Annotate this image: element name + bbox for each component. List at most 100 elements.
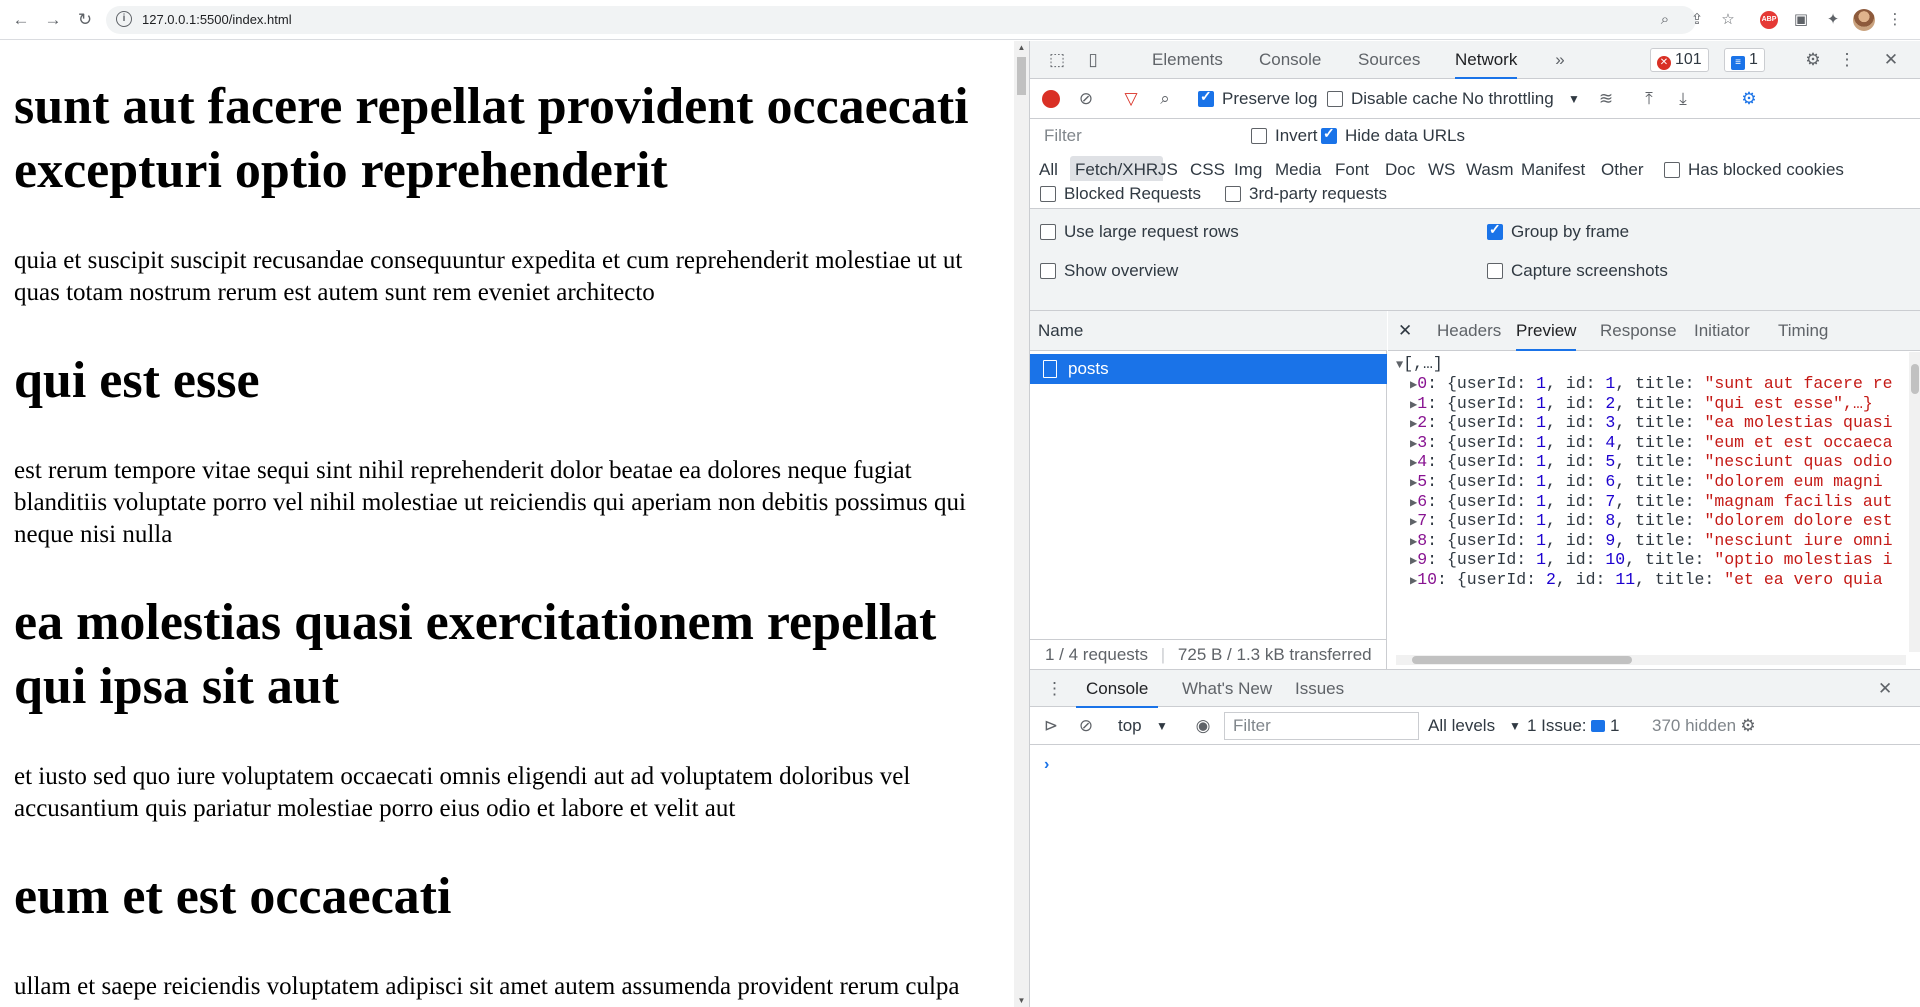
- preview-hscrollbar[interactable]: [1396, 655, 1906, 665]
- type-filter-css[interactable]: CSS: [1185, 156, 1230, 184]
- drawer-tab-console[interactable]: Console: [1076, 670, 1159, 708]
- group-by-frame-checkbox[interactable]: [1487, 221, 1503, 240]
- settings-gear-icon[interactable]: ⚙: [1802, 49, 1824, 71]
- extension-icon[interactable]: ▣: [1790, 9, 1812, 31]
- type-filter-manifest[interactable]: Manifest: [1516, 156, 1590, 184]
- zoom-icon[interactable]: ⌕: [1654, 9, 1676, 31]
- page-scroll-thumb[interactable]: [1017, 57, 1026, 95]
- site-info-icon[interactable]: i: [116, 11, 132, 27]
- type-filter-media[interactable]: Media: [1270, 156, 1326, 184]
- share-icon[interactable]: ⇪: [1686, 9, 1708, 31]
- close-detail-icon[interactable]: ✕: [1398, 311, 1412, 351]
- address-bar[interactable]: i 127.0.0.1:5500/index.html: [106, 6, 1696, 34]
- close-devtools-icon[interactable]: ✕: [1880, 49, 1902, 71]
- browser-menu-icon[interactable]: ⋮: [1884, 9, 1906, 31]
- context-select[interactable]: top: [1118, 715, 1142, 737]
- invert-checkbox[interactable]: [1251, 128, 1267, 144]
- devtools-menu-icon[interactable]: ⋮: [1836, 49, 1858, 71]
- blocked-requests-checkbox[interactable]: [1040, 186, 1056, 202]
- tab-headers[interactable]: Headers: [1437, 311, 1501, 351]
- throttling-select[interactable]: No throttling: [1462, 88, 1554, 110]
- type-filter-wasm[interactable]: Wasm: [1461, 156, 1519, 184]
- type-filter-other[interactable]: Other: [1596, 156, 1649, 184]
- error-badge[interactable]: ✕ 101: [1650, 48, 1709, 72]
- back-icon[interactable]: ←: [10, 9, 32, 31]
- preview-array-item[interactable]: ▶8: {userId: 1, id: 9, title: "nesciunt …: [1410, 531, 1893, 551]
- forward-icon[interactable]: →: [42, 9, 64, 31]
- scroll-up-arrow-icon[interactable]: ▲: [1017, 43, 1026, 52]
- preview-vscrollbar[interactable]: [1909, 352, 1920, 652]
- request-row-posts[interactable]: posts: [1030, 354, 1387, 384]
- type-filter-js[interactable]: JS: [1153, 156, 1183, 184]
- clear-console-icon[interactable]: ⊘: [1075, 715, 1097, 737]
- preview-root[interactable]: ▼[,…]: [1396, 354, 1443, 374]
- live-expression-eye-icon[interactable]: ◉: [1192, 715, 1214, 737]
- message-badge[interactable]: ≡ 1: [1724, 48, 1765, 72]
- export-har-icon[interactable]: ⤓: [1672, 88, 1694, 110]
- tab-elements[interactable]: Elements: [1152, 41, 1223, 79]
- tab-response[interactable]: Response: [1600, 311, 1677, 351]
- clear-icon[interactable]: ⊘: [1075, 88, 1097, 110]
- tab-console[interactable]: Console: [1259, 41, 1321, 79]
- preview-array-item[interactable]: ▶4: {userId: 1, id: 5, title: "nesciunt …: [1410, 452, 1893, 472]
- preview-array-item[interactable]: ▶5: {userId: 1, id: 6, title: "dolorem e…: [1410, 472, 1883, 492]
- reload-icon[interactable]: ↻: [74, 9, 96, 31]
- preview-array-item[interactable]: ▶6: {userId: 1, id: 7, title: "magnam fa…: [1410, 492, 1893, 512]
- preview-array-item[interactable]: ▶3: {userId: 1, id: 4, title: "eum et es…: [1410, 433, 1893, 453]
- import-har-icon[interactable]: ⤒: [1638, 88, 1660, 110]
- page-scrollbar[interactable]: ▲ ▼: [1014, 41, 1029, 1007]
- preview-array-item[interactable]: ▶10: {userId: 2, id: 11, title: "et ea v…: [1410, 570, 1883, 590]
- network-conditions-icon[interactable]: ≋: [1595, 88, 1617, 110]
- bookmark-star-icon[interactable]: ☆: [1717, 9, 1739, 31]
- type-filter-all[interactable]: All: [1034, 156, 1063, 184]
- preview-array-item[interactable]: ▶9: {userId: 1, id: 10, title: "optio mo…: [1410, 550, 1893, 570]
- preview-array-item[interactable]: ▶2: {userId: 1, id: 3, title: "ea molest…: [1410, 413, 1893, 433]
- scroll-down-arrow-icon[interactable]: ▼: [1017, 996, 1026, 1005]
- levels-chevron-icon[interactable]: ▼: [1509, 715, 1521, 737]
- record-button[interactable]: [1042, 90, 1060, 108]
- tab-network[interactable]: Network: [1455, 41, 1518, 79]
- preview-vscroll-thumb[interactable]: [1911, 364, 1919, 394]
- sidebar-toggle-icon[interactable]: ⊳: [1040, 715, 1062, 737]
- context-chevron-icon[interactable]: ▼: [1156, 715, 1168, 737]
- hide-data-urls-checkbox[interactable]: [1321, 125, 1337, 144]
- preview-hscroll-thumb[interactable]: [1412, 656, 1632, 664]
- show-overview-checkbox[interactable]: [1040, 263, 1056, 279]
- url-text[interactable]: 127.0.0.1:5500/index.html: [142, 12, 292, 27]
- log-levels-select[interactable]: All levels: [1428, 715, 1495, 737]
- type-filter-ws[interactable]: WS: [1423, 156, 1460, 184]
- filter-funnel-icon[interactable]: ▽: [1120, 88, 1142, 110]
- console-settings-icon[interactable]: ⚙: [1737, 715, 1759, 737]
- type-filter-doc[interactable]: Doc: [1380, 156, 1420, 184]
- chevron-down-icon[interactable]: ▼: [1568, 88, 1580, 110]
- puzzle-extensions-icon[interactable]: ✦: [1822, 9, 1844, 31]
- console-filter-input[interactable]: Filter: [1224, 712, 1419, 740]
- more-tabs-icon[interactable]: »: [1549, 49, 1571, 71]
- large-rows-checkbox[interactable]: [1040, 224, 1056, 240]
- type-filter-fetch-xhr[interactable]: Fetch/XHR: [1070, 156, 1164, 184]
- search-icon[interactable]: ⌕: [1154, 88, 1176, 110]
- issues-counter[interactable]: 1 Issue: 1: [1527, 715, 1619, 737]
- preserve-log-checkbox[interactable]: [1198, 88, 1214, 107]
- type-filter-font[interactable]: Font: [1330, 156, 1374, 184]
- network-filter-input[interactable]: Filter: [1036, 123, 1234, 151]
- name-column-header[interactable]: Name: [1030, 311, 1387, 351]
- tab-sources[interactable]: Sources: [1358, 41, 1420, 79]
- disable-cache-checkbox[interactable]: [1327, 91, 1343, 107]
- tab-timing[interactable]: Timing: [1778, 311, 1828, 351]
- close-drawer-icon[interactable]: ✕: [1878, 670, 1892, 708]
- console-prompt[interactable]: ›: [1044, 756, 1049, 774]
- inspect-element-icon[interactable]: ⬚: [1046, 49, 1068, 71]
- drawer-tab-issues[interactable]: Issues: [1295, 670, 1344, 708]
- network-settings-icon[interactable]: ⚙: [1738, 88, 1760, 110]
- profile-avatar[interactable]: [1853, 9, 1875, 31]
- preview-array-item[interactable]: ▶1: {userId: 1, id: 2, title: "qui est e…: [1410, 394, 1873, 414]
- tab-preview[interactable]: Preview: [1516, 311, 1577, 351]
- has-blocked-cookies-checkbox[interactable]: [1664, 162, 1680, 178]
- capture-screenshots-checkbox[interactable]: [1487, 263, 1503, 279]
- drawer-menu-icon[interactable]: ⋮: [1046, 670, 1063, 708]
- type-filter-img[interactable]: Img: [1229, 156, 1267, 184]
- device-toolbar-icon[interactable]: ▯: [1082, 49, 1104, 71]
- preview-array-item[interactable]: ▶0: {userId: 1, id: 1, title: "sunt aut …: [1410, 374, 1893, 394]
- third-party-checkbox[interactable]: [1225, 186, 1241, 202]
